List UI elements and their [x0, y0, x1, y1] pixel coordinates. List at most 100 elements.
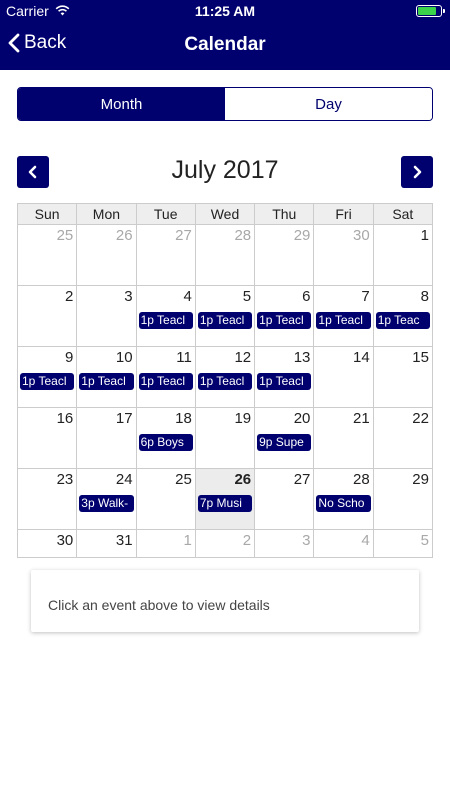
- calendar-day-cell[interactable]: 11 1p Teacl: [137, 347, 196, 407]
- day-number: 5: [420, 532, 429, 549]
- day-number: 24: [115, 471, 133, 488]
- calendar-week-row: 23 24 3p Walk- 25 26 7p Musi 27 28 No Scho 29: [18, 469, 432, 530]
- calendar-day-cell[interactable]: 19: [196, 408, 256, 468]
- event-chip[interactable]: 1p Teacl: [257, 312, 312, 329]
- day-number: 11: [176, 349, 192, 366]
- calendar-day-cell[interactable]: 2: [18, 286, 78, 346]
- day-number: 27: [293, 471, 311, 488]
- view-mode-segmented-control: Month Day: [17, 87, 433, 121]
- calendar-day-cell[interactable]: 30: [314, 225, 374, 285]
- weekday-header-row: Sun Mon Tue Wed Thu Fri Sat: [17, 203, 433, 224]
- calendar-day-cell[interactable]: 20 9p Supe: [255, 408, 315, 468]
- calendar-day-cell[interactable]: 28 No Scho: [314, 469, 374, 529]
- back-button[interactable]: Back: [8, 32, 66, 54]
- day-number: 16: [56, 410, 74, 427]
- day-number: 18: [175, 410, 192, 427]
- day-number: 29: [293, 227, 311, 244]
- calendar-day-cell[interactable]: 29: [374, 469, 432, 529]
- weekday-label: Sat: [392, 206, 414, 222]
- calendar-day-cell[interactable]: 4 1p Teacl: [137, 286, 196, 346]
- calendar-day-cell[interactable]: 3: [77, 286, 137, 346]
- calendar-week-row: 9 1p Teacl 10 1p Teacl 11 1p Teacl 12 1p Teacl 1…: [18, 347, 432, 408]
- calendar-day-cell[interactable]: 31: [77, 530, 137, 557]
- event-chip[interactable]: 1p Teacl: [20, 373, 75, 390]
- calendar-day-cell[interactable]: 25: [18, 225, 78, 285]
- calendar-day-cell[interactable]: 27: [255, 469, 315, 529]
- event-chip[interactable]: 1p Teacl: [257, 373, 312, 390]
- day-number: 12: [234, 349, 252, 366]
- event-chip[interactable]: 1p Teacl: [138, 312, 193, 329]
- calendar-day-cell[interactable]: 18 6p Boys: [137, 408, 196, 468]
- day-number: 17: [115, 410, 133, 427]
- segment-day[interactable]: Day: [225, 88, 432, 120]
- day-number: 19: [234, 410, 252, 427]
- calendar-day-cell[interactable]: 12 1p Teacl: [196, 347, 256, 407]
- day-number: 31: [115, 532, 133, 549]
- calendar-day-cell[interactable]: 17: [77, 408, 137, 468]
- day-number: 15: [412, 349, 429, 366]
- chevron-right-icon: [413, 165, 422, 179]
- calendar-day-cell[interactable]: 25: [137, 469, 196, 529]
- calendar-day-cell[interactable]: 14: [314, 347, 374, 407]
- calendar-day-cell[interactable]: 16: [18, 408, 78, 468]
- day-number: 21: [353, 410, 370, 427]
- event-chip[interactable]: 1p Teacl: [316, 312, 371, 329]
- calendar-day-cell[interactable]: 5: [374, 530, 432, 557]
- back-label: Back: [24, 32, 67, 53]
- calendar-day-cell[interactable]: 13 1p Teacl: [255, 347, 315, 407]
- calendar-day-cell[interactable]: 3: [255, 530, 315, 557]
- calendar-day-cell[interactable]: 8 1p Teac: [374, 286, 432, 346]
- calendar-day-cell[interactable]: 1: [374, 225, 432, 285]
- day-number: 25: [175, 471, 192, 488]
- calendar-week-row: 25 26 27 28 29 30 1: [18, 225, 432, 286]
- calendar-day-cell[interactable]: 1: [137, 530, 196, 557]
- chevron-left-icon: [28, 165, 37, 179]
- previous-month-button[interactable]: [17, 156, 49, 188]
- calendar-day-cell[interactable]: 27: [137, 225, 196, 285]
- day-number: 28: [353, 471, 370, 488]
- calendar-day-cell[interactable]: 10 1p Teacl: [77, 347, 137, 407]
- event-chip[interactable]: No Scho: [316, 495, 371, 512]
- calendar-day-cell[interactable]: 29: [255, 225, 315, 285]
- calendar-day-cell[interactable]: 24 3p Walk-: [77, 469, 137, 529]
- event-chip[interactable]: 1p Teacl: [197, 373, 253, 390]
- weekday-label: Mon: [77, 204, 137, 224]
- calendar-day-cell-today[interactable]: 26 7p Musi: [195, 469, 256, 529]
- weekday-label: Wed: [196, 204, 256, 224]
- event-chip[interactable]: 1p Teacl: [138, 373, 193, 390]
- calendar-day-cell[interactable]: 28: [196, 225, 256, 285]
- calendar-day-cell[interactable]: 6 1p Teacl: [255, 286, 315, 346]
- day-number: 30: [353, 227, 370, 244]
- calendar-day-cell[interactable]: 23: [18, 469, 78, 529]
- event-chip[interactable]: 3p Walk-: [79, 495, 134, 512]
- segment-month[interactable]: Month: [18, 88, 225, 120]
- calendar-day-cell[interactable]: 5 1p Teacl: [196, 286, 256, 346]
- calendar-day-cell[interactable]: 7 1p Teacl: [314, 286, 374, 346]
- calendar-day-cell[interactable]: 21: [314, 408, 374, 468]
- calendar-day-cell[interactable]: 4: [314, 530, 374, 557]
- event-chip[interactable]: 1p Teac: [375, 312, 430, 329]
- event-chip[interactable]: 7p Musi: [197, 495, 253, 512]
- day-number: 28: [234, 227, 252, 244]
- day-number: 20: [293, 410, 311, 427]
- next-month-button[interactable]: [401, 156, 433, 188]
- calendar-day-cell[interactable]: 2: [196, 530, 256, 557]
- event-chip[interactable]: 9p Supe: [257, 434, 312, 451]
- event-chip[interactable]: 6p Boys: [138, 434, 193, 451]
- calendar-day-cell[interactable]: 30: [18, 530, 78, 557]
- weekday-label: Thu: [255, 204, 315, 224]
- day-number: 3: [124, 288, 133, 305]
- day-number: 2: [64, 288, 74, 305]
- day-number: 4: [183, 288, 192, 305]
- event-chip[interactable]: 1p Teacl: [197, 312, 253, 329]
- month-title: July 2017: [171, 156, 279, 184]
- day-number: 10: [115, 349, 133, 366]
- calendar-day-cell[interactable]: 15: [374, 347, 432, 407]
- calendar-day-cell[interactable]: 22: [374, 408, 432, 468]
- day-number: 26: [115, 227, 133, 244]
- day-number: 13: [293, 349, 311, 366]
- calendar-day-cell[interactable]: 9 1p Teacl: [18, 347, 78, 407]
- calendar-day-cell[interactable]: 26: [77, 225, 137, 285]
- day-number: 14: [353, 349, 370, 366]
- event-chip[interactable]: 1p Teacl: [79, 373, 134, 390]
